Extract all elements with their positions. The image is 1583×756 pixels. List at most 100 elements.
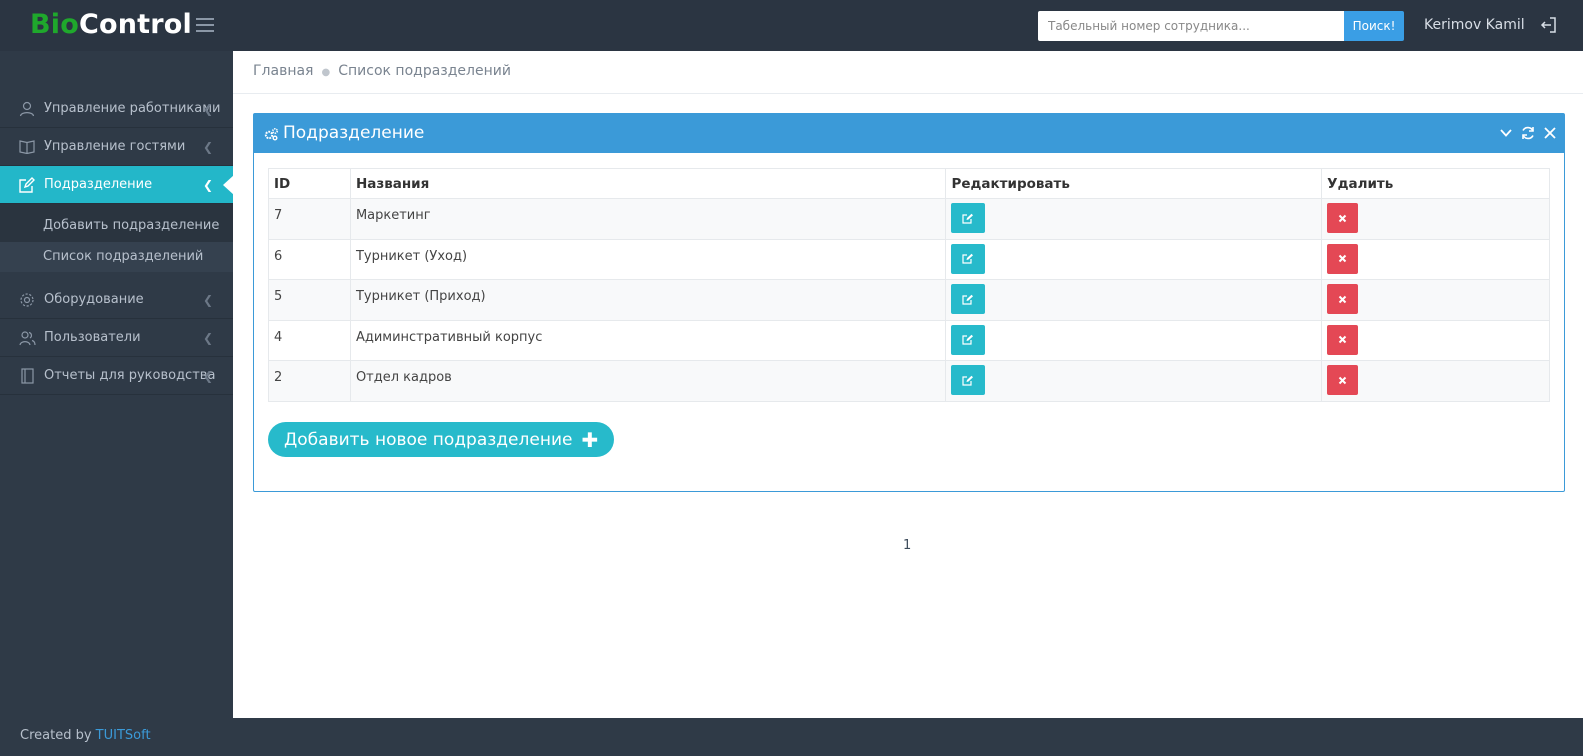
edit-button[interactable] (951, 203, 986, 233)
cell-name: Отдел кадров (349, 360, 947, 402)
sidebar-item-equipment[interactable]: Оборудование ❮ (0, 281, 233, 319)
cell-name: Турникет (Приход) (349, 279, 947, 321)
edit-icon (962, 253, 974, 264)
edit-icon (962, 213, 974, 224)
cell-id: 2 (268, 360, 351, 402)
cell-id: 4 (268, 319, 351, 361)
logo-bio: Bio (30, 9, 79, 40)
cell-delete (1321, 360, 1550, 402)
cell-delete (1321, 279, 1550, 321)
cell-id: 7 (268, 198, 351, 240)
column-header-id: ID (268, 168, 351, 199)
breadcrumb-separator: ● (321, 67, 331, 78)
pagination-page[interactable]: 1 (903, 538, 911, 553)
users-icon (17, 329, 37, 347)
notebook-icon (17, 367, 37, 385)
sidebar-item-reports[interactable]: Отчеты для руководства ❮ (0, 357, 233, 395)
chevron-left-icon: ❮ (202, 102, 213, 116)
edit-button[interactable] (951, 243, 986, 274)
edit-button[interactable] (951, 324, 986, 355)
cell-id: 5 (268, 279, 351, 321)
sidebar-item-label: Управление гостями (44, 139, 186, 154)
add-department-button[interactable]: Добавить новое подразделение ✚ (268, 422, 615, 457)
edit-button[interactable] (951, 284, 986, 314)
close-icon (1338, 376, 1347, 384)
sidebar-item-departments[interactable]: Подразделение ❮ (0, 166, 234, 204)
delete-button[interactable] (1327, 324, 1359, 355)
logout-icon[interactable] (1540, 16, 1558, 34)
cell-name: Маркетинг (349, 198, 947, 240)
delete-button[interactable] (1327, 203, 1359, 233)
footer-link[interactable]: TUITSoft (96, 728, 151, 743)
top-navbar: BioControl Поиск! Kerimov Kamil (0, 0, 1583, 51)
breadcrumb-divider (233, 93, 1583, 94)
table-row: 6 Турникет (Уход) (268, 238, 1550, 280)
chevron-left-icon: ❮ (202, 369, 213, 383)
cell-name: Турникет (Уход) (349, 238, 947, 280)
submenu-add-department[interactable]: Добавить подразделение (0, 211, 233, 241)
search-button[interactable]: Поиск! (1344, 11, 1404, 41)
close-icon (1338, 254, 1347, 263)
sidebar-item-employees[interactable]: Управление работниками ❮ (0, 90, 233, 128)
footer: Created by TUITSoft (0, 718, 1583, 756)
cell-edit (945, 279, 1323, 321)
menu-toggle-icon[interactable] (196, 18, 214, 32)
main-content: Главная ● Список подразделений Подразделен… (233, 51, 1583, 718)
breadcrumb: Главная ● Список подразделений (253, 63, 511, 79)
plus-icon: ✚ (581, 427, 599, 452)
collapse-chevron-icon[interactable] (1498, 125, 1514, 141)
gear-icon (17, 291, 37, 309)
breadcrumb-home[interactable]: Главная (253, 63, 313, 79)
table-row: 5 Турникет (Приход) (268, 279, 1550, 321)
breadcrumb-current: Список подразделений (338, 63, 511, 79)
cell-edit (945, 319, 1323, 361)
refresh-icon[interactable] (1520, 125, 1536, 141)
chevron-left-icon: ❮ (202, 293, 213, 307)
table-row: 2 Отдел кадров (268, 360, 1550, 402)
close-icon (1338, 295, 1347, 303)
sidebar-item-label: Отчеты для руководства (44, 368, 216, 383)
sidebar: Управление работниками ❮ Управление гост… (0, 51, 234, 718)
chevron-left-icon: ❮ (202, 140, 213, 154)
book-icon (17, 138, 37, 156)
submenu-department-list[interactable]: Список подразделений (0, 242, 233, 272)
sidebar-item-guests[interactable]: Управление гостями ❮ (0, 128, 233, 166)
panel-header: Подразделение (254, 114, 1564, 153)
logo-control: Control (78, 9, 192, 40)
delete-button[interactable] (1327, 284, 1359, 314)
column-header-name: Названия (349, 168, 947, 199)
chevron-left-icon: ❮ (202, 331, 213, 345)
cell-edit (945, 360, 1323, 402)
cell-delete (1321, 319, 1550, 361)
column-header-delete: Удалить (1321, 168, 1550, 199)
panel-title: Подразделение (283, 123, 425, 143)
department-panel: Подразделение ID Названия Редактировать … (253, 113, 1565, 492)
department-table: ID Названия Редактировать Удалить 7 Марк… (268, 168, 1550, 402)
app-logo[interactable]: BioControl (30, 9, 192, 40)
employee-search-input[interactable] (1038, 11, 1344, 41)
sidebar-item-users[interactable]: Пользователи ❮ (0, 319, 233, 357)
table-header-row: ID Названия Редактировать Удалить (268, 168, 1550, 199)
cell-delete (1321, 198, 1550, 240)
submenu-departments: Добавить подразделение Список подразделе… (0, 204, 233, 272)
sidebar-item-label: Оборудование (44, 292, 144, 307)
cell-edit (945, 198, 1323, 240)
close-icon (1338, 214, 1347, 222)
current-user-name[interactable]: Kerimov Kamil (1424, 17, 1525, 33)
edit-icon (17, 176, 37, 194)
add-department-label: Добавить новое подразделение (284, 429, 573, 450)
delete-button[interactable] (1327, 243, 1359, 274)
edit-button[interactable] (951, 365, 986, 395)
cell-edit (945, 238, 1323, 280)
chevron-left-icon: ❮ (202, 178, 213, 192)
edit-icon (962, 334, 974, 345)
sidebar-item-label: Управление работниками (44, 101, 221, 116)
sidebar-item-label: Подразделение (44, 177, 153, 192)
delete-button[interactable] (1327, 365, 1359, 395)
column-header-edit: Редактировать (945, 168, 1323, 199)
cell-delete (1321, 238, 1550, 280)
footer-credit: Created by TUITSoft (20, 728, 151, 743)
close-icon[interactable] (1542, 125, 1558, 141)
cell-name: Адиминстративный корпус (349, 319, 947, 361)
table-row: 4 Адиминстративный корпус (268, 319, 1550, 361)
